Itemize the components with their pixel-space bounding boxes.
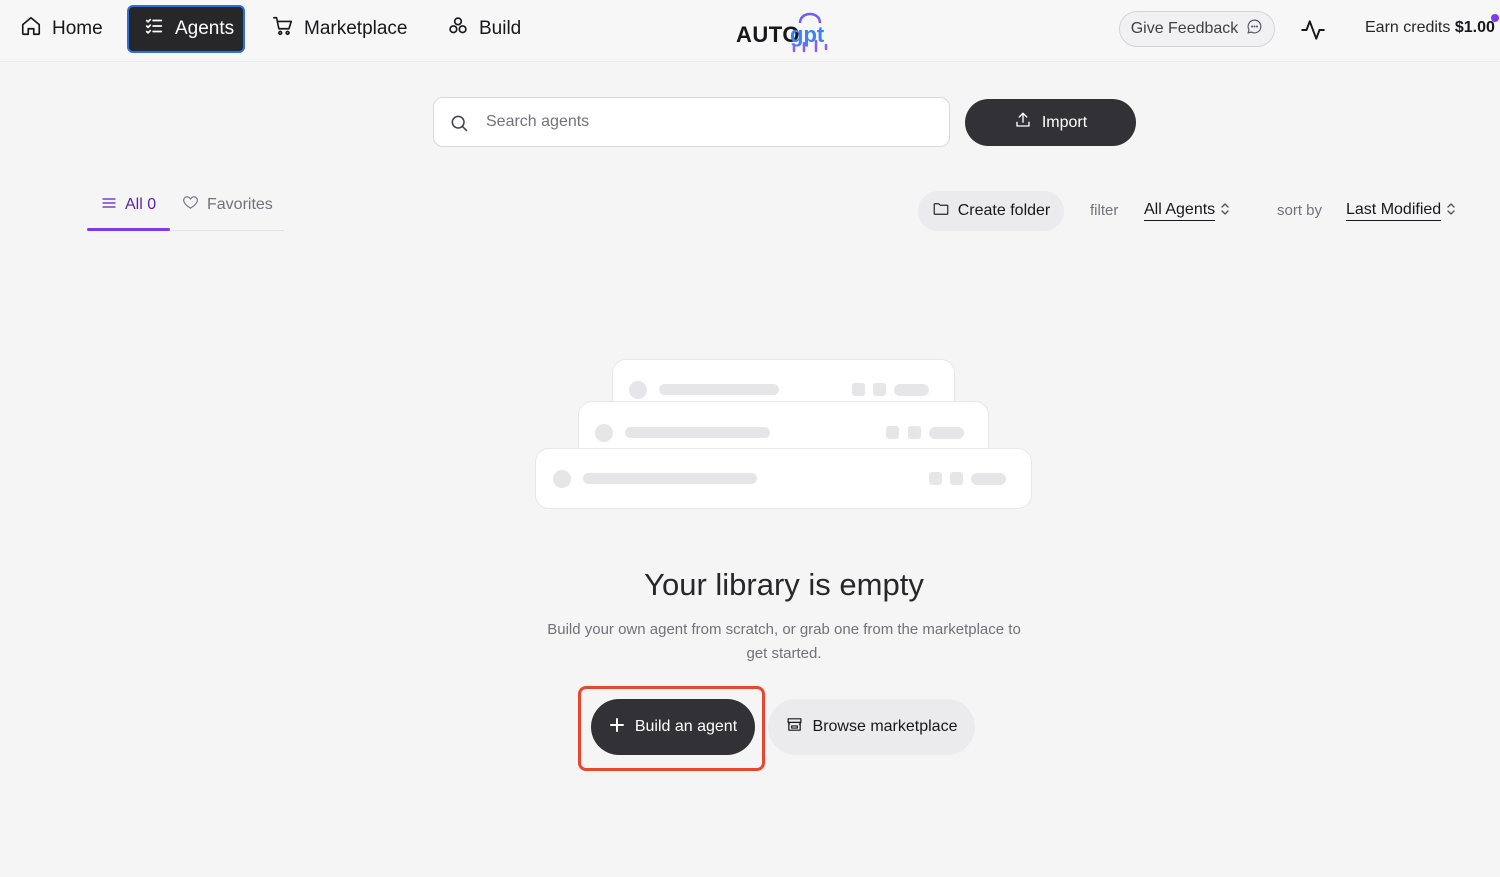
skeleton-square <box>852 383 865 396</box>
empty-state-description: Build your own agent from scratch, or gr… <box>547 621 1021 662</box>
give-feedback-button[interactable]: Give Feedback <box>1119 11 1275 47</box>
skeleton-square <box>873 383 886 396</box>
folder-icon <box>932 200 950 223</box>
create-folder-button[interactable]: Create folder <box>918 191 1064 231</box>
autogpt-logo[interactable]: AUTO gpt <box>734 7 834 53</box>
filter-label: filter <box>1090 202 1119 219</box>
list-icon <box>101 195 117 216</box>
search-input[interactable] <box>486 98 936 146</box>
import-button[interactable]: Import <box>965 99 1136 146</box>
sort-select[interactable]: Last Modified <box>1346 201 1457 221</box>
activity-button[interactable] <box>1300 17 1326 43</box>
nav-build-label: Build <box>479 18 522 39</box>
nav-build[interactable]: Build <box>433 5 535 53</box>
nav-marketplace[interactable]: Marketplace <box>258 5 422 53</box>
chevron-up-down-icon <box>1445 202 1457 221</box>
tab-all[interactable]: All 0 <box>101 193 156 217</box>
skeleton-square <box>886 426 899 439</box>
tab-favorites-label: Favorites <box>207 196 273 213</box>
skeleton-avatar <box>629 381 647 399</box>
empty-state-title: Your library is empty <box>644 567 924 602</box>
skeleton-avatar <box>595 424 613 442</box>
skeleton-pill <box>894 384 929 396</box>
skeleton-line <box>583 473 757 484</box>
chevron-up-down-icon <box>1219 202 1231 221</box>
credits-amount: $1.00 <box>1454 19 1495 36</box>
nav-marketplace-label: Marketplace <box>304 18 408 39</box>
build-agent-label: Build an agent <box>634 718 738 735</box>
create-folder-label: Create folder <box>957 202 1051 219</box>
home-icon <box>20 15 42 43</box>
placeholder-card <box>535 448 1032 509</box>
notification-dot <box>1491 14 1499 22</box>
credits-label: Earn credits <box>1365 19 1451 36</box>
tab-favorites[interactable]: Favorites <box>182 193 273 217</box>
skeleton-pill <box>971 473 1006 485</box>
sort-label: sort by <box>1277 202 1323 219</box>
nav-agents[interactable]: Agents <box>127 5 245 53</box>
nav-home[interactable]: Home <box>6 5 117 53</box>
active-tab-indicator <box>87 228 170 231</box>
nav-home-label: Home <box>52 18 103 39</box>
chat-bubble-icon <box>1246 18 1263 40</box>
plus-icon <box>609 717 625 738</box>
filter-value: All Agents <box>1144 201 1216 221</box>
activity-icon <box>1300 20 1326 47</box>
svg-text:gpt: gpt <box>790 22 825 47</box>
browse-marketplace-label: Browse marketplace <box>812 718 958 735</box>
upload-icon <box>1014 111 1032 134</box>
nav-agents-label: Agents <box>175 18 235 39</box>
cart-icon <box>272 15 294 43</box>
skeleton-square <box>908 426 921 439</box>
list-icon <box>143 15 165 43</box>
skeleton-line <box>625 427 770 438</box>
earn-credits-link[interactable]: Earn credits $1.00 <box>1365 19 1495 41</box>
feedback-label: Give Feedback <box>1130 20 1239 37</box>
skeleton-pill <box>929 427 964 439</box>
filter-select[interactable]: All Agents <box>1144 201 1231 221</box>
sort-value: Last Modified <box>1346 201 1442 221</box>
top-navigation-bar: Home Agents Marketplace Build AUTO gpt G… <box>0 0 1500 62</box>
skeleton-avatar <box>553 470 571 488</box>
skeleton-square <box>929 472 942 485</box>
search-bar <box>433 97 950 147</box>
store-icon <box>786 716 803 738</box>
heart-icon <box>182 194 199 216</box>
import-label: Import <box>1041 113 1088 131</box>
skeleton-line <box>659 384 779 395</box>
build-agent-button[interactable]: Build an agent <box>591 699 755 755</box>
build-icon <box>447 15 469 43</box>
tab-all-label: All 0 <box>125 196 157 213</box>
skeleton-square <box>950 472 963 485</box>
browse-marketplace-button[interactable]: Browse marketplace <box>768 699 975 755</box>
